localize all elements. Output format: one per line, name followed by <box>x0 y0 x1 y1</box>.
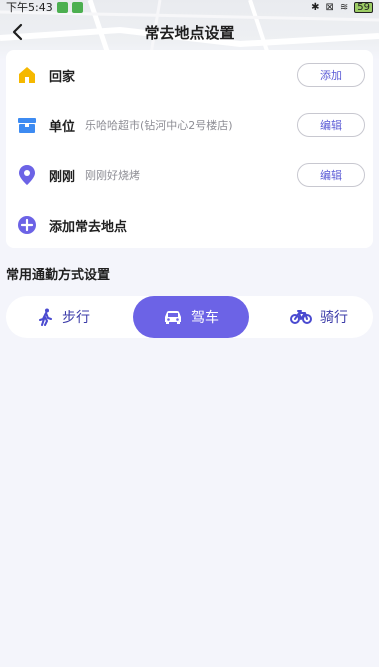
place-address: 乐哈哈超市(钻河中心2号楼店) <box>85 119 233 132</box>
place-name: 单位 <box>49 119 76 135</box>
place-row-work[interactable]: 单位 乐哈哈超市(钻河中心2号楼店) 编辑 <box>6 100 373 150</box>
place-address: 刚刚好烧烤 <box>85 169 141 182</box>
wifi-icon: ≋ <box>339 1 349 13</box>
mode-label: 步行 <box>62 310 90 326</box>
mode-walk[interactable]: 步行 <box>24 296 104 338</box>
car-icon <box>165 311 181 324</box>
place-name: 回家 <box>49 69 76 85</box>
mode-label: 驾车 <box>191 310 219 326</box>
mode-drive[interactable]: 驾车 <box>133 296 249 338</box>
add-place-label: 添加常去地点 <box>49 219 128 235</box>
home-icon <box>16 64 38 86</box>
location-pin-icon <box>16 164 38 186</box>
edit-recent-button[interactable]: 编辑 <box>297 163 365 187</box>
battery-icon: 59 <box>354 1 373 13</box>
add-home-button[interactable]: 添加 <box>297 63 365 87</box>
status-time: 下午5:43 <box>6 1 53 14</box>
notification-app-icon <box>71 1 83 13</box>
mode-bike[interactable]: 骑行 <box>276 296 362 338</box>
commute-section-title: 常用通勤方式设置 <box>6 268 111 283</box>
notification-app-icon <box>56 1 68 13</box>
status-bar: 下午5:43 ✱ ⊠ ≋ 59 <box>0 0 379 14</box>
no-sim-icon: ⊠ <box>325 1 334 13</box>
plus-circle-icon <box>16 214 38 236</box>
chevron-left-icon <box>12 23 23 41</box>
place-name: 刚刚 <box>49 169 76 185</box>
mode-label: 骑行 <box>320 310 348 326</box>
edit-work-button[interactable]: 编辑 <box>297 113 365 137</box>
page-title: 常去地点设置 <box>144 23 235 42</box>
walk-icon <box>39 308 52 326</box>
bicycle-icon <box>290 310 312 324</box>
commute-mode-selector: 步行 驾车 骑行 <box>6 296 373 338</box>
briefcase-icon <box>16 114 38 136</box>
bluetooth-icon: ✱ <box>311 1 320 13</box>
add-place-row[interactable]: 添加常去地点 <box>6 200 373 250</box>
place-row-recent[interactable]: 刚刚 刚刚好烧烤 编辑 <box>6 150 373 200</box>
back-button[interactable] <box>6 20 30 44</box>
nav-bar: 常去地点设置 <box>0 18 379 46</box>
places-card: 回家 添加 单位 乐哈哈超市(钻河中心2号楼店) 编辑 刚刚 刚刚好烧烤 编辑 <box>6 50 373 248</box>
status-indicators: ✱ ⊠ ≋ 59 <box>311 1 373 13</box>
place-row-home[interactable]: 回家 添加 <box>6 50 373 100</box>
